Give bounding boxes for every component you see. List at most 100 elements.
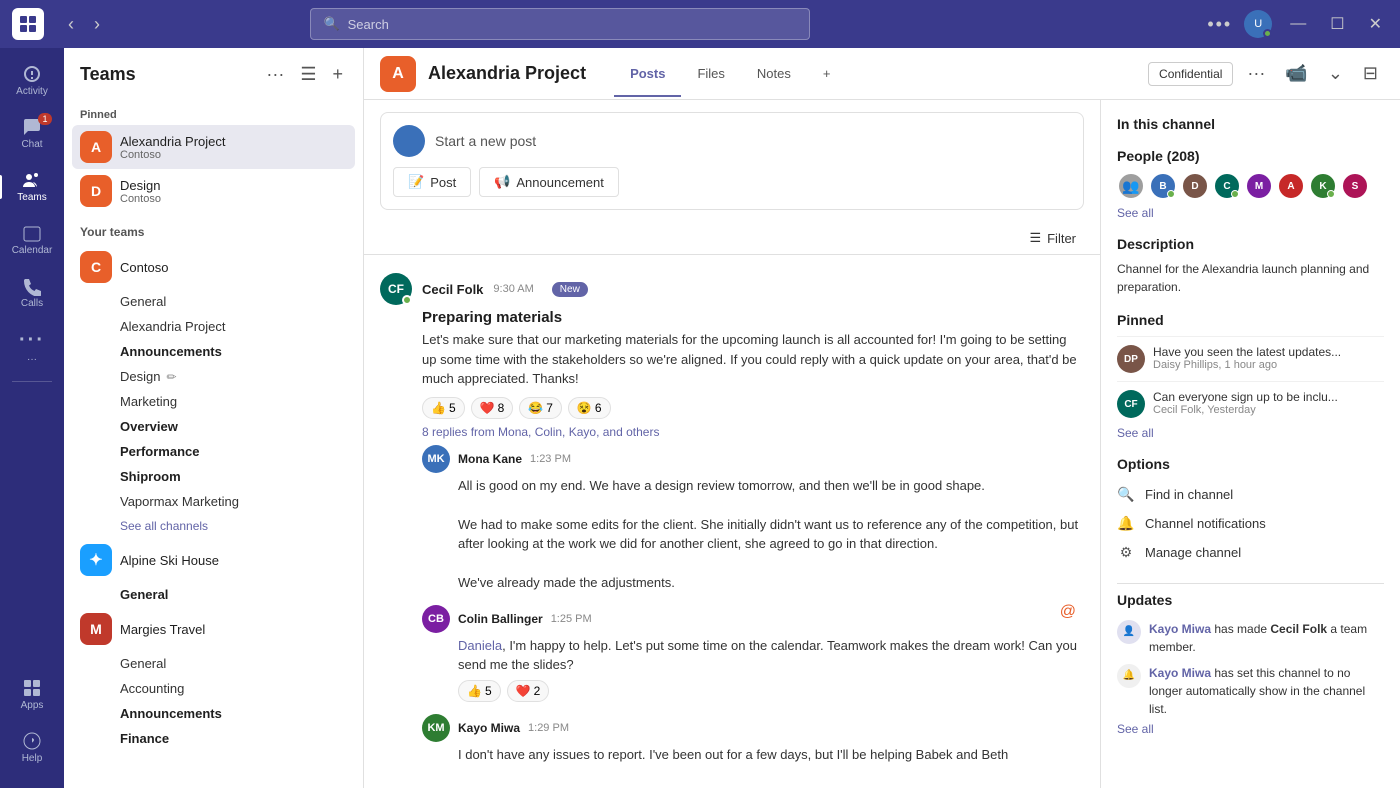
manage-channel-label: Manage channel: [1145, 545, 1241, 560]
sidebar-item-help[interactable]: Help: [6, 723, 58, 772]
in-this-channel-section: In this channel: [1117, 116, 1384, 132]
pinned-design[interactable]: D Design Contoso ···: [72, 169, 355, 213]
your-teams-label: Your teams: [72, 213, 355, 245]
apps-label: Apps: [21, 700, 44, 711]
icon-sidebar: Activity Chat 1 Teams Calendar Calls ···…: [0, 48, 64, 788]
teams-add-button[interactable]: +: [328, 60, 347, 89]
channel-more-button[interactable]: ···: [1241, 59, 1271, 88]
sidebar-item-chat[interactable]: Chat 1: [6, 109, 58, 158]
sidebar-item-calls[interactable]: Calls: [6, 268, 58, 317]
manage-channel-option[interactable]: ⚙ Manage channel: [1117, 538, 1384, 567]
back-button[interactable]: ‹: [60, 10, 82, 39]
people-avatar-2: D: [1181, 172, 1209, 200]
new-post-placeholder[interactable]: Start a new post: [435, 133, 536, 149]
update-link-kayo-1[interactable]: Kayo Miwa: [1149, 622, 1211, 636]
gear-icon: ⚙: [1117, 544, 1135, 561]
help-label: Help: [22, 753, 43, 764]
update-item-1: 👤 Kayo Miwa has made Cecil Folk a team m…: [1117, 616, 1384, 660]
search-bar[interactable]: 🔍: [310, 8, 810, 40]
team-margies[interactable]: M Margies Travel ···: [72, 607, 355, 651]
reaction-heart[interactable]: ❤️2: [507, 680, 550, 702]
people-avatar-7: S: [1341, 172, 1369, 200]
channel-logo-text: A: [392, 65, 404, 83]
channel-announcements[interactable]: Announcements: [72, 339, 355, 364]
more-options-button[interactable]: •••: [1207, 14, 1232, 35]
reply-header: MK Mona Kane 1:23 PM: [422, 445, 1084, 473]
team-alpine[interactable]: ✦ Alpine Ski House ···: [72, 538, 355, 582]
reaction-heart[interactable]: ❤️8: [471, 397, 514, 419]
maximize-button[interactable]: ☐: [1324, 12, 1350, 36]
sidebar-item-teams[interactable]: Teams: [6, 162, 58, 211]
channel-general[interactable]: General: [72, 289, 355, 314]
confidential-badge[interactable]: Confidential: [1148, 62, 1233, 86]
pinned-item-2[interactable]: CF Can everyone sign up to be inclu... C…: [1117, 381, 1384, 426]
reaction-laugh[interactable]: 😂7: [519, 397, 562, 419]
reaction-thumbs-up[interactable]: 👍5: [422, 397, 465, 419]
tab-add[interactable]: +: [807, 52, 847, 97]
channel-margies-accounting[interactable]: Accounting: [72, 676, 355, 701]
team-subtitle: Contoso: [120, 193, 315, 205]
people-see-all[interactable]: See all: [1117, 206, 1384, 220]
update-link-kayo-2[interactable]: Kayo Miwa: [1149, 666, 1211, 680]
channel-notifications-option[interactable]: 🔔 Channel notifications: [1117, 509, 1384, 538]
channel-margies-general[interactable]: General: [72, 651, 355, 676]
channel-design[interactable]: Design ✏: [72, 364, 355, 389]
reply-avatar: CB: [422, 605, 450, 633]
sidebar-item-more[interactable]: ··· ···: [6, 321, 58, 373]
reaction-wow[interactable]: 😵6: [568, 397, 611, 419]
user-avatar-area: U: [1244, 10, 1272, 38]
posts-area: Start a new post 📝 Post 📢 Announcement: [364, 100, 1100, 788]
side-panel-button[interactable]: ⊟: [1357, 59, 1384, 88]
tab-notes[interactable]: Notes: [741, 52, 807, 97]
people-count: People (208): [1117, 148, 1384, 164]
pinned-item-1[interactable]: DP Have you seen the latest updates... D…: [1117, 336, 1384, 381]
close-button[interactable]: ✕: [1363, 12, 1388, 36]
channel-alexandria-project[interactable]: Alexandria Project: [72, 314, 355, 339]
teams-label: Teams: [17, 192, 46, 203]
team-icon-contoso: C: [80, 251, 112, 283]
channel-margies-finance[interactable]: Finance: [72, 726, 355, 751]
sidebar-item-calendar[interactable]: Calendar: [6, 215, 58, 264]
announcement-button[interactable]: 📢 Announcement: [479, 167, 619, 197]
filter-button[interactable]: ☰ Filter: [1021, 226, 1084, 250]
forward-button[interactable]: ›: [86, 10, 108, 39]
channel-margies-announcements[interactable]: Announcements: [72, 701, 355, 726]
video-call-button[interactable]: 📹: [1279, 59, 1313, 88]
pinned-alexandria-project[interactable]: A Alexandria Project Contoso ···: [72, 125, 355, 169]
teams-more-button[interactable]: ···: [262, 60, 288, 89]
channel-alpine-general[interactable]: General: [72, 582, 355, 607]
channel-overview[interactable]: Overview: [72, 414, 355, 439]
pinned-section: Pinned DP Have you seen the latest updat…: [1117, 312, 1384, 440]
channel-notifications-label: Channel notifications: [1145, 516, 1266, 531]
see-all-channels[interactable]: See all channels: [72, 514, 355, 538]
updates-see-all[interactable]: See all: [1117, 722, 1384, 736]
channel-marketing[interactable]: Marketing: [72, 389, 355, 414]
description-text: Channel for the Alexandria launch planni…: [1117, 260, 1384, 296]
team-contoso[interactable]: C Contoso ···: [72, 245, 355, 289]
message-body: Let's make sure that our marketing mater…: [422, 330, 1084, 389]
team-icon-design: D: [80, 175, 112, 207]
find-in-channel-option[interactable]: 🔍 Find in channel: [1117, 480, 1384, 509]
reaction-thumbs-up[interactable]: 👍5: [458, 680, 501, 702]
team-info-alpine: Alpine Ski House: [120, 553, 315, 568]
replies-link[interactable]: 8 replies from Mona, Colin, Kayo, and ot…: [422, 425, 659, 439]
expand-button[interactable]: ⌄: [1322, 59, 1349, 88]
find-in-channel-label: Find in channel: [1145, 487, 1233, 502]
post-button[interactable]: 📝 Post: [393, 167, 471, 197]
team-name-margies: Margies Travel: [120, 622, 315, 637]
teams-filter-button[interactable]: ☰: [296, 60, 320, 89]
sidebar-item-activity[interactable]: Activity: [6, 56, 58, 105]
tab-files[interactable]: Files: [681, 52, 740, 97]
pinned-see-all[interactable]: See all: [1117, 426, 1384, 440]
mention-daniela[interactable]: Daniela: [458, 638, 502, 653]
tab-posts[interactable]: Posts: [614, 52, 681, 97]
pinned-text-2: Can everyone sign up to be inclu... Ceci…: [1153, 390, 1384, 416]
channel-vapormax[interactable]: Vapormax Marketing: [72, 489, 355, 514]
channel-shiproom[interactable]: Shiproom: [72, 464, 355, 489]
messages-scroll[interactable]: CF Cecil Folk 9:30 AM New Preparing mate…: [364, 255, 1100, 788]
online-status-dot: [1263, 29, 1272, 38]
channel-performance[interactable]: Performance: [72, 439, 355, 464]
search-input[interactable]: [348, 17, 798, 32]
minimize-button[interactable]: —: [1284, 13, 1312, 35]
sidebar-item-apps[interactable]: Apps: [6, 670, 58, 719]
